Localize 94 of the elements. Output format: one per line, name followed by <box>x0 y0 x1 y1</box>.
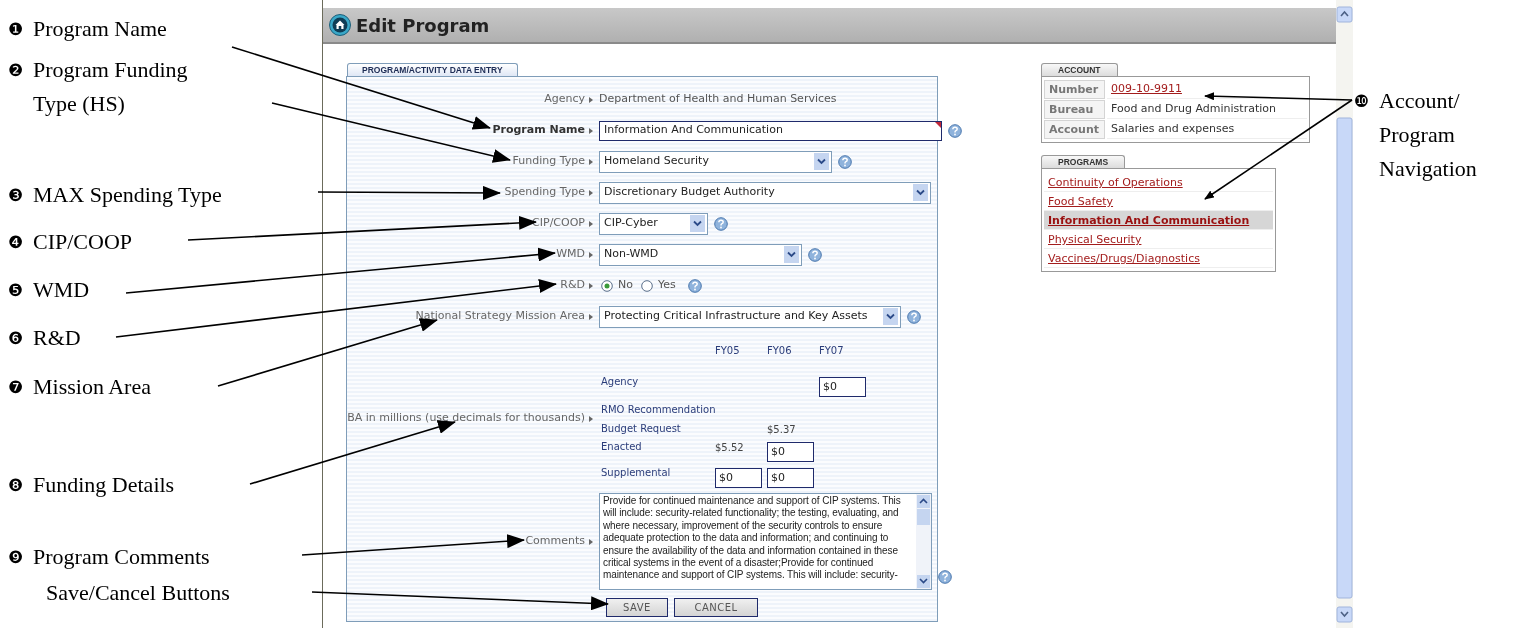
field-value: Department of Health and Human Services <box>599 91 837 108</box>
arrow-icon <box>589 127 593 134</box>
help-icon[interactable] <box>948 123 962 138</box>
arrow-icon <box>589 251 593 258</box>
callout-label: Type (HS) <box>33 90 126 118</box>
callout-number: ❸ <box>8 184 25 207</box>
help-icon[interactable] <box>808 247 822 262</box>
callout-label: Save/Cancel Buttons <box>46 579 230 607</box>
dropdown[interactable]: Discretionary Budget Authority <box>599 181 931 204</box>
arrow-icon <box>589 96 593 103</box>
field-key: Bureau <box>1044 100 1105 119</box>
field-label: Funding Type <box>512 153 585 170</box>
amount-field[interactable]: $0 <box>767 442 814 462</box>
save-button[interactable]: SAVE <box>606 598 668 617</box>
callout-number: ❺ <box>8 279 25 302</box>
help-icon[interactable] <box>714 216 728 231</box>
field-value: Salaries and expenses <box>1107 120 1307 139</box>
callout-label: Funding Details <box>33 471 175 499</box>
callout-number: ❻ <box>8 327 25 350</box>
radio-button[interactable] <box>640 279 653 292</box>
callout-label: Program Comments <box>33 543 210 571</box>
field-label: National Strategy Mission Area <box>415 308 585 325</box>
field-key: Account <box>1044 120 1105 139</box>
help-icon[interactable] <box>938 570 952 584</box>
callout-label: Account/ <box>1379 87 1461 115</box>
callout-label: Program Name <box>33 15 167 43</box>
dropdown[interactable]: Homeland Security <box>599 150 832 173</box>
dropdown[interactable]: Protecting Critical Infrastructure and Key Assets <box>599 305 901 328</box>
program-link[interactable]: Vaccines/Drugs/Diagnostics <box>1044 249 1273 268</box>
arrow-icon <box>589 415 593 422</box>
arrow-icon <box>589 282 593 289</box>
field-label: WMD <box>556 246 585 263</box>
help-icon[interactable] <box>687 278 702 293</box>
program-link[interactable]: Information And Communication <box>1044 211 1273 230</box>
callout-number: ❼ <box>8 376 25 399</box>
row-label: Agency <box>601 375 640 389</box>
window-title: Edit Program <box>356 13 490 38</box>
field-label: Spending Type <box>504 184 585 201</box>
radio-button[interactable] <box>601 279 613 292</box>
field-label: Program Name <box>492 122 585 139</box>
field-label: Agency <box>544 91 585 108</box>
callout-label: Program Funding <box>33 56 188 84</box>
arrow-icon <box>589 189 593 196</box>
help-icon[interactable] <box>907 309 921 324</box>
amount-value: $5.52 <box>715 442 744 453</box>
callout-number: ❾ <box>8 546 25 569</box>
callout-number: ❽ <box>8 474 25 497</box>
callout-number: ❷ <box>8 59 25 82</box>
field-key: Number <box>1044 80 1105 99</box>
field-label: BA in millions (use decimals for thousands) <box>347 410 585 427</box>
program-link[interactable]: Physical Security <box>1044 230 1273 249</box>
callout-label: WMD <box>33 276 90 304</box>
callout-label: Navigation <box>1379 155 1477 183</box>
callout-label: Program <box>1379 121 1456 149</box>
callout-number: ❹ <box>8 231 25 254</box>
row-label: RMO Recommendation <box>601 403 715 417</box>
callout-label: R&D <box>33 324 81 352</box>
callout-number: ❿ <box>1354 90 1371 113</box>
callout-number: ❶ <box>8 18 25 41</box>
help-icon[interactable] <box>838 154 852 169</box>
cancel-button[interactable]: CANCEL <box>674 598 758 617</box>
arrow-icon <box>589 538 593 545</box>
radio-label: No <box>618 277 633 294</box>
dropdown[interactable]: CIP-Cyber <box>599 212 708 235</box>
arrow-icon <box>589 158 593 165</box>
radio-label: Yes <box>657 277 676 294</box>
box-tab[interactable]: PROGRAMS <box>1041 155 1126 168</box>
column-header: FY06 <box>766 344 793 357</box>
comments-field[interactable]: Provide for continued maintenance and support of CIP systems. This will include: security-related functionality; the testing, evaluating, and where necessary, improvement of the security controls to ensure adequate protection to the data and information; and continuing to ensure the availability of the data and information contained in these critical systems in the event of a disaster;Provide for continued maintenance and support of CIP systems. This will include: security- <box>599 493 932 590</box>
field-label: CIP/COOP <box>532 215 585 232</box>
account-link[interactable]: 009-10-9911 <box>1107 80 1307 99</box>
home-icon <box>329 14 351 36</box>
row-label: Budget Request <box>601 422 682 436</box>
program-link[interactable]: Continuity of Operations <box>1044 173 1273 192</box>
field-label: R&D <box>560 277 585 294</box>
arrow-icon <box>589 220 593 227</box>
row-label: Supplemental <box>601 466 672 480</box>
field-label: Comments <box>525 533 585 550</box>
amount-value: $5.37 <box>767 424 796 435</box>
box-tab[interactable]: ACCOUNT <box>1041 63 1118 76</box>
arrow-icon <box>589 313 593 320</box>
dropdown[interactable]: Non-WMD <box>599 243 802 266</box>
amount-field[interactable]: $0 <box>715 468 762 488</box>
amount-field[interactable]: $0 <box>819 377 866 397</box>
field-value: Food and Drug Administration <box>1107 100 1307 119</box>
row-label: Enacted <box>601 440 643 454</box>
text-field[interactable]: Information And Communication <box>599 120 942 141</box>
panel-tab[interactable]: PROGRAM/ACTIVITY DATA ENTRY <box>347 63 518 76</box>
callout-label: MAX Spending Type <box>33 181 222 209</box>
callout-label: Mission Area <box>33 373 151 401</box>
column-header: FY05 <box>714 344 741 357</box>
column-header: FY07 <box>818 344 845 357</box>
amount-field[interactable]: $0 <box>767 468 814 488</box>
callout-label: CIP/COOP <box>33 228 133 256</box>
